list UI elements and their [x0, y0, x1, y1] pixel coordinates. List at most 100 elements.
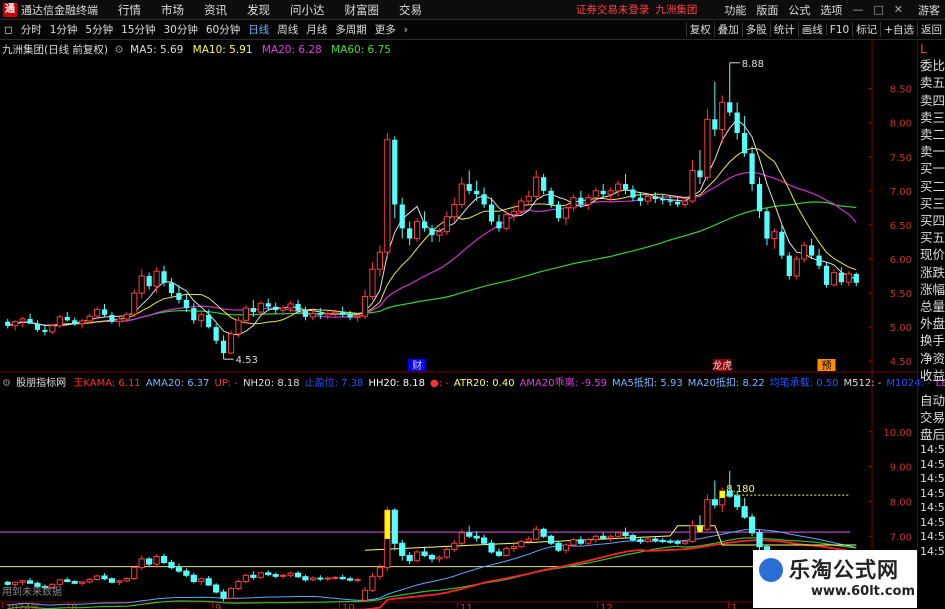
sub-candle-body [562, 544, 570, 551]
tool-add-watch[interactable]: +自选 [880, 22, 917, 37]
user-guest[interactable]: 游客 [918, 2, 940, 18]
maximize-icon[interactable]: □ [873, 3, 883, 16]
high-label: 8.88 [742, 59, 764, 70]
sub-candle-body [250, 574, 257, 578]
period-intraday[interactable]: 分时 [17, 22, 46, 37]
menu-function[interactable]: 功能 [724, 2, 746, 18]
main-title: 九洲集团(日线 前复权) [2, 44, 109, 56]
sub-candle-body [525, 538, 532, 543]
tool-mark[interactable]: 标记 [852, 22, 880, 37]
menu-options[interactable]: 选项 [820, 2, 842, 18]
settings-gear-icon[interactable]: ⚙ [114, 44, 123, 56]
period-15min[interactable]: 15分钟 [117, 22, 159, 37]
sub-value-4: 止盈位: 7.38 [304, 378, 364, 389]
quote-label: 涨幅 [920, 281, 945, 297]
quote-label: 买三 [920, 195, 945, 211]
sub-settings-gear-icon[interactable]: ⚙ [2, 378, 11, 389]
candle-body [220, 340, 227, 354]
sub-candle-body [711, 499, 718, 506]
period-30min[interactable]: 30分钟 [159, 22, 201, 37]
kline-chart[interactable]: 8.50 8.00 7.50 7.00 6.50 6.00 5.50 5.00 4.50 10.0… [0, 40, 917, 609]
period-weekly[interactable]: 周线 [273, 22, 302, 37]
menu-layout[interactable]: 版面 [756, 2, 778, 18]
minimize-icon[interactable]: — [852, 3, 863, 16]
tool-back[interactable]: 返回 [917, 22, 945, 37]
candle-body [317, 313, 323, 315]
sub-value-2: UP: - [214, 378, 239, 389]
period-more[interactable]: 更多 [371, 22, 400, 37]
candle-body [399, 204, 405, 229]
sub-candle-body [414, 551, 421, 562]
menu-ask[interactable]: 问小达 [290, 2, 325, 18]
period-monthly[interactable]: 月线 [302, 22, 331, 37]
close-icon[interactable]: ✕ [894, 3, 903, 16]
sub-candle-body [324, 577, 331, 580]
candle-body [407, 228, 413, 239]
candle-body [585, 197, 592, 205]
watermark-title: 乐淘公式网 [789, 558, 899, 582]
sub-candle-body [674, 541, 681, 544]
trade-label: 14:56 [920, 515, 945, 529]
tool-overlay[interactable]: 叠加 [713, 22, 742, 37]
menu-market[interactable]: 市场 [161, 2, 184, 18]
y-tick-label: 5.50 [890, 289, 912, 300]
sub-candle-body [93, 575, 101, 580]
period-multi[interactable]: 多周期 [331, 22, 371, 37]
tool-f10[interactable]: F10 [825, 23, 852, 36]
ma5-value: MA5: 5.69 [130, 44, 184, 56]
period-daily[interactable]: 日线 [244, 22, 273, 37]
sub-candle-body [503, 547, 510, 556]
tool-stats[interactable]: 统计 [769, 22, 798, 37]
candle-body [541, 177, 547, 191]
event-marker-label: 预 [822, 360, 832, 372]
candle-body [86, 315, 93, 322]
trade-label: 14:56 [920, 501, 945, 515]
candle-body [34, 323, 41, 330]
candle-body [816, 255, 822, 266]
candle-body [235, 319, 242, 335]
title-bar: 通 通达信金融终端 行情 市场 资讯 发现 问小达 财富圈 交易 证券交易未登录… [0, 0, 945, 20]
candle-body [830, 272, 838, 286]
watermark-url: www.60lt.com [811, 584, 916, 599]
toolbar-left-icon[interactable]: ◻ [0, 24, 17, 36]
quote-label: 卖三 [920, 109, 945, 125]
chevron-right-icon[interactable]: › [400, 24, 412, 36]
candle-body [525, 195, 532, 202]
candle-body [637, 197, 644, 202]
candle-body [614, 183, 622, 192]
sub-candle-body [391, 509, 398, 544]
sub-candle-body [741, 506, 748, 518]
login-warning[interactable]: 证券交易未登录 [576, 2, 650, 17]
sub-candle-body [101, 575, 108, 580]
menu-discover[interactable]: 发现 [247, 2, 270, 18]
menu-quotes[interactable]: 行情 [118, 2, 141, 18]
quote-label: 换手 [920, 333, 945, 349]
tool-multi-stock[interactable]: 多股 [741, 22, 770, 37]
candle-body [302, 310, 309, 317]
menu-wealth[interactable]: 财富圈 [345, 2, 380, 18]
candle-body [384, 139, 391, 253]
sub-candle-body [227, 588, 235, 599]
period-60min[interactable]: 60分钟 [202, 22, 244, 37]
sub-candle-body [153, 555, 160, 565]
sub-candle-body [339, 576, 346, 580]
sub-candle-body [257, 572, 264, 578]
sub-candle-body [376, 567, 384, 577]
candle-body [42, 329, 48, 332]
candle-body [257, 302, 264, 313]
sub-candle-body [600, 535, 607, 539]
menu-news[interactable]: 资讯 [204, 2, 227, 18]
sub-candle-body [540, 528, 547, 537]
candle-body [309, 312, 317, 318]
menu-trade[interactable]: 交易 [399, 2, 422, 18]
side-top-label[interactable]: L [918, 40, 945, 57]
tool-adjust[interactable]: 复权 [685, 22, 714, 37]
period-5min[interactable]: 5分钟 [81, 22, 117, 37]
sub-candle-body [198, 578, 205, 583]
sub-candle-body [138, 558, 145, 569]
tool-draw[interactable]: 画线 [797, 22, 826, 37]
period-1min[interactable]: 1分钟 [46, 22, 82, 37]
quote-label: 总量 [920, 299, 945, 315]
menu-formula[interactable]: 公式 [788, 2, 810, 18]
candle-body [786, 255, 792, 277]
